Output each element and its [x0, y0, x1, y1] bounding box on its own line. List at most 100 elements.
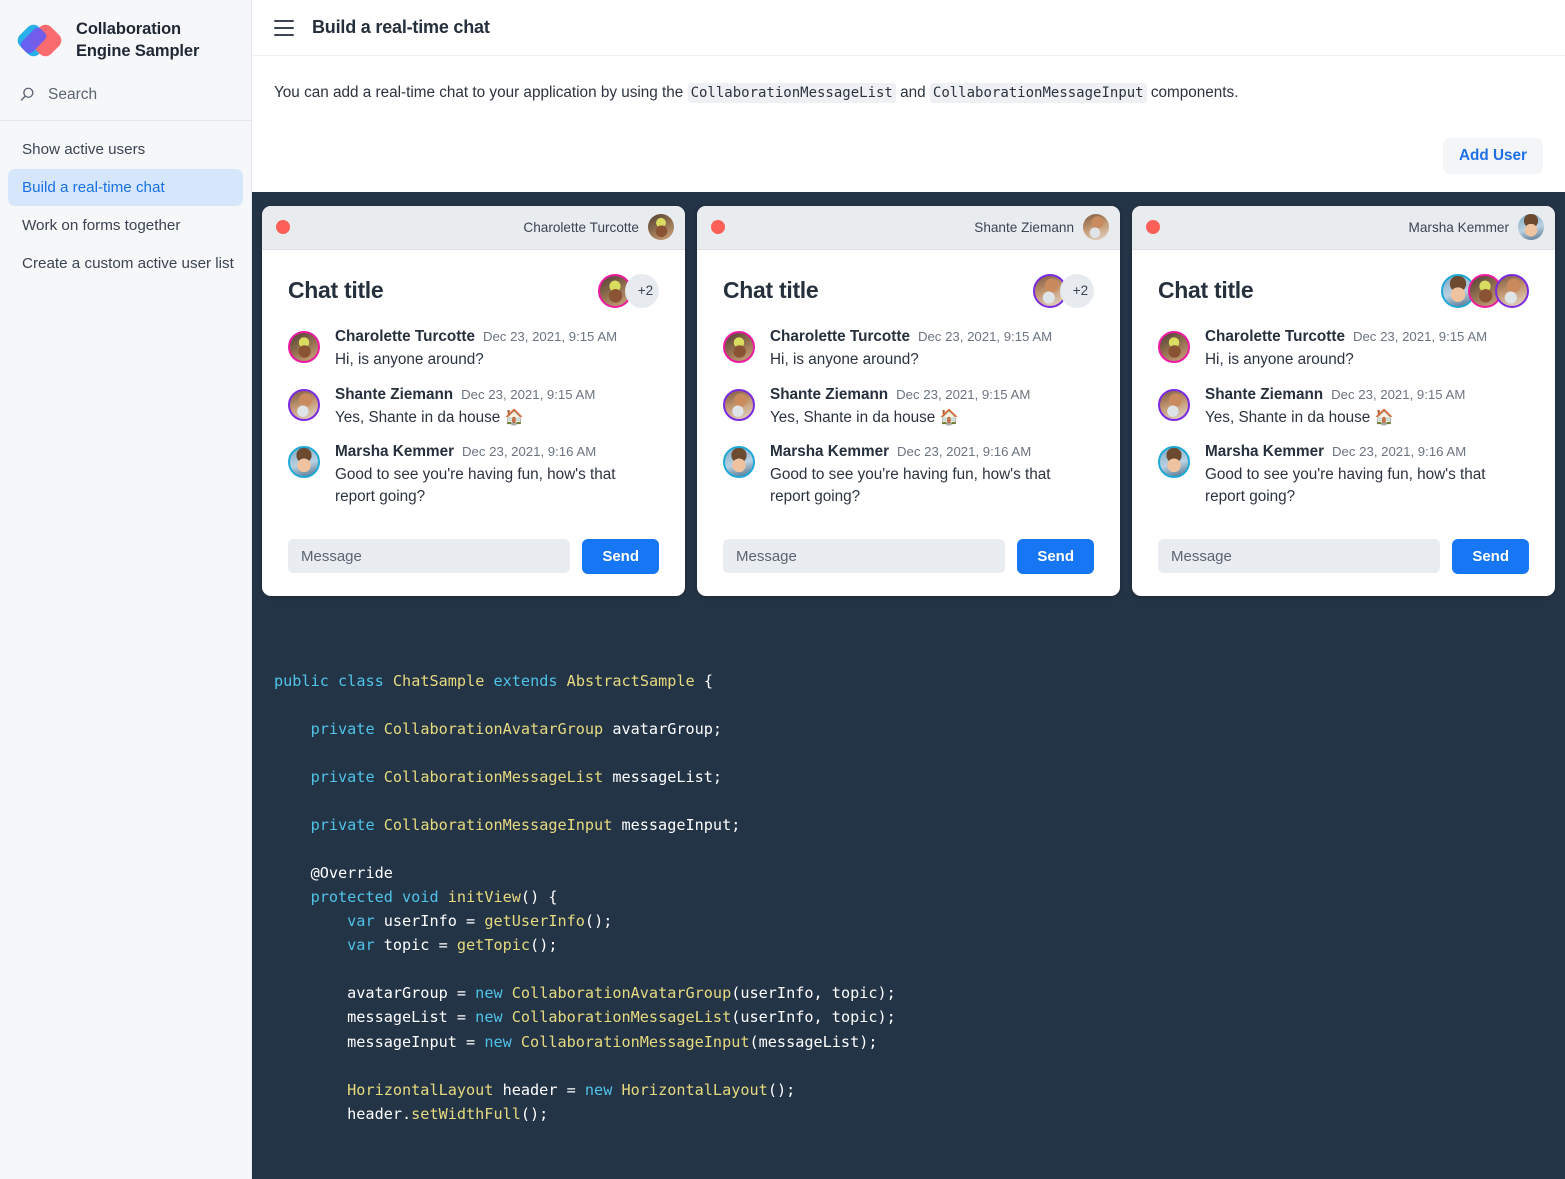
message-text: Hi, is anyone around?: [335, 350, 484, 368]
message-item: Marsha Kemmer Dec 23, 2021, 9:16 AM Good…: [723, 443, 1094, 522]
message-text: Hi, is anyone around?: [770, 350, 919, 368]
message-text: Yes, Shante in da house 🏠: [335, 408, 524, 426]
chat-title: Chat title: [288, 277, 384, 304]
avatar-overflow-badge[interactable]: +2: [1060, 273, 1094, 308]
sidebar-nav: Show active users Build a real-time chat…: [0, 121, 251, 282]
message-timestamp: Dec 23, 2021, 9:15 AM: [461, 386, 596, 402]
avatar: [288, 388, 320, 421]
avatar: [288, 330, 320, 363]
message-input[interactable]: [288, 539, 571, 574]
message-author: Marsha Kemmer: [1205, 443, 1325, 461]
card-current-user-name: Shante Ziemann: [974, 219, 1074, 235]
send-button[interactable]: Send: [1017, 538, 1094, 574]
intro-paragraph: You can add a real-time chat to your app…: [252, 56, 1565, 105]
message-input[interactable]: [1158, 539, 1441, 574]
avatar: [1158, 330, 1190, 363]
message-item: Charolette Turcotte Dec 23, 2021, 9:15 A…: [288, 328, 659, 386]
message-author: Shante Ziemann: [335, 385, 454, 403]
card-current-user: Marsha Kemmer: [1409, 214, 1544, 241]
avatar: [723, 388, 755, 421]
message-timestamp: Dec 23, 2021, 9:16 AM: [1332, 444, 1467, 460]
message-author: Charolette Turcotte: [335, 327, 475, 345]
hamburger-menu-icon[interactable]: [274, 19, 294, 36]
message-timestamp: Dec 23, 2021, 9:15 AM: [1331, 386, 1466, 402]
message-composer: Send: [723, 523, 1094, 574]
collaboration-avatar-group[interactable]: +2: [1033, 273, 1094, 308]
message-item: Shante Ziemann Dec 23, 2021, 9:15 AM Yes…: [1158, 386, 1529, 444]
message-text: Good to see you're having fun, how's tha…: [770, 466, 1051, 506]
card-window-chrome: Charolette Turcotte: [262, 205, 685, 250]
chat-header: Chat title +2: [723, 268, 1094, 328]
collaboration-avatar-group[interactable]: [1441, 273, 1529, 308]
message-input[interactable]: [723, 539, 1006, 574]
message-timestamp: Dec 23, 2021, 9:15 AM: [1352, 328, 1488, 344]
intro-text-3: components.: [1146, 84, 1239, 101]
message-item: Marsha Kemmer Dec 23, 2021, 9:16 AM Good…: [1158, 443, 1529, 522]
card-window-chrome: Shante Ziemann: [697, 205, 1120, 250]
intro-text-2: and: [895, 84, 930, 101]
message-author: Shante Ziemann: [1205, 385, 1324, 403]
brand-name: Collaboration Engine Sampler: [76, 19, 199, 63]
collaboration-avatar-group[interactable]: +2: [598, 273, 659, 308]
code-sample[interactable]: public class ChatSample extends Abstract…: [274, 669, 1543, 1125]
send-button[interactable]: Send: [582, 538, 659, 574]
message-text: Good to see you're having fun, how's tha…: [1205, 466, 1486, 506]
message-composer: Send: [288, 523, 659, 574]
app-root: Collaboration Engine Sampler Search Show…: [0, 0, 1565, 1179]
window-close-dot-icon[interactable]: [1146, 220, 1160, 235]
message-item: Charolette Turcotte Dec 23, 2021, 9:15 A…: [1158, 328, 1529, 386]
message-item: Marsha Kemmer Dec 23, 2021, 9:16 AM Good…: [288, 443, 659, 522]
message-timestamp: Dec 23, 2021, 9:15 AM: [896, 386, 1031, 402]
add-user-button[interactable]: Add User: [1443, 137, 1543, 174]
message-text: Good to see you're having fun, how's tha…: [335, 466, 616, 506]
topbar: Build a real-time chat: [252, 0, 1565, 56]
message-timestamp: Dec 23, 2021, 9:16 AM: [897, 444, 1032, 460]
message-author: Marsha Kemmer: [770, 443, 890, 461]
chat-card: Charolette Turcotte Chat title +2 Charol…: [262, 205, 685, 596]
page-title: Build a real-time chat: [312, 17, 490, 37]
chat-header: Chat title +2: [288, 268, 659, 328]
chat-title: Chat title: [723, 277, 819, 304]
message-item: Shante Ziemann Dec 23, 2021, 9:15 AM Yes…: [723, 386, 1094, 444]
app-logo-icon: [14, 19, 65, 63]
avatar: [1158, 446, 1190, 479]
card-body: Chat title +2 Charolette Turcotte Dec 23…: [697, 250, 1120, 596]
window-close-dot-icon[interactable]: [276, 220, 290, 235]
message-item: Charolette Turcotte Dec 23, 2021, 9:15 A…: [723, 328, 1094, 386]
avatar: [723, 446, 755, 479]
brand-name-line2: Engine Sampler: [76, 42, 200, 60]
message-author: Charolette Turcotte: [770, 327, 910, 345]
card-window-chrome: Marsha Kemmer: [1132, 205, 1555, 250]
avatar: [1518, 214, 1544, 241]
send-button[interactable]: Send: [1452, 538, 1529, 574]
chat-card-list: Charolette Turcotte Chat title +2 Charol…: [262, 205, 1555, 596]
avatar: [1158, 388, 1190, 421]
message-item: Shante Ziemann Dec 23, 2021, 9:15 AM Yes…: [288, 386, 659, 444]
avatar: [723, 330, 755, 363]
code-sample-panel: public class ChatSample extends Abstract…: [252, 649, 1565, 1179]
message-author: Marsha Kemmer: [335, 443, 455, 461]
avatar[interactable]: [1495, 273, 1529, 308]
sidebar-item-work-on-forms[interactable]: Work on forms together: [8, 207, 243, 244]
brand: Collaboration Engine Sampler: [0, 0, 251, 80]
message-timestamp: Dec 23, 2021, 9:15 AM: [482, 328, 618, 344]
brand-name-line1: Collaboration: [76, 20, 182, 39]
message-timestamp: Dec 23, 2021, 9:15 AM: [917, 328, 1053, 344]
sidebar-item-build-realtime-chat[interactable]: Build a real-time chat: [8, 169, 243, 206]
message-author: Charolette Turcotte: [1205, 327, 1345, 345]
message-author: Shante Ziemann: [770, 385, 889, 403]
window-close-dot-icon[interactable]: [711, 220, 725, 235]
avatar: [1083, 214, 1109, 241]
search-placeholder: Search: [48, 86, 98, 103]
message-timestamp: Dec 23, 2021, 9:16 AM: [462, 444, 597, 460]
sidebar-item-show-active-users[interactable]: Show active users: [8, 131, 243, 168]
card-body: Chat title +2 Charolette Turcotte Dec 23…: [262, 250, 685, 596]
avatar: [288, 446, 320, 479]
main-content: Build a real-time chat You can add a rea…: [252, 0, 1565, 1179]
intro-text-1: You can add a real-time chat to your app…: [274, 84, 688, 101]
search-input[interactable]: Search: [0, 80, 251, 120]
avatar-overflow-badge[interactable]: +2: [625, 273, 659, 308]
message-text: Hi, is anyone around?: [1205, 350, 1354, 368]
sidebar-item-custom-user-list[interactable]: Create a custom active user list: [8, 245, 243, 282]
search-icon: [20, 87, 34, 101]
